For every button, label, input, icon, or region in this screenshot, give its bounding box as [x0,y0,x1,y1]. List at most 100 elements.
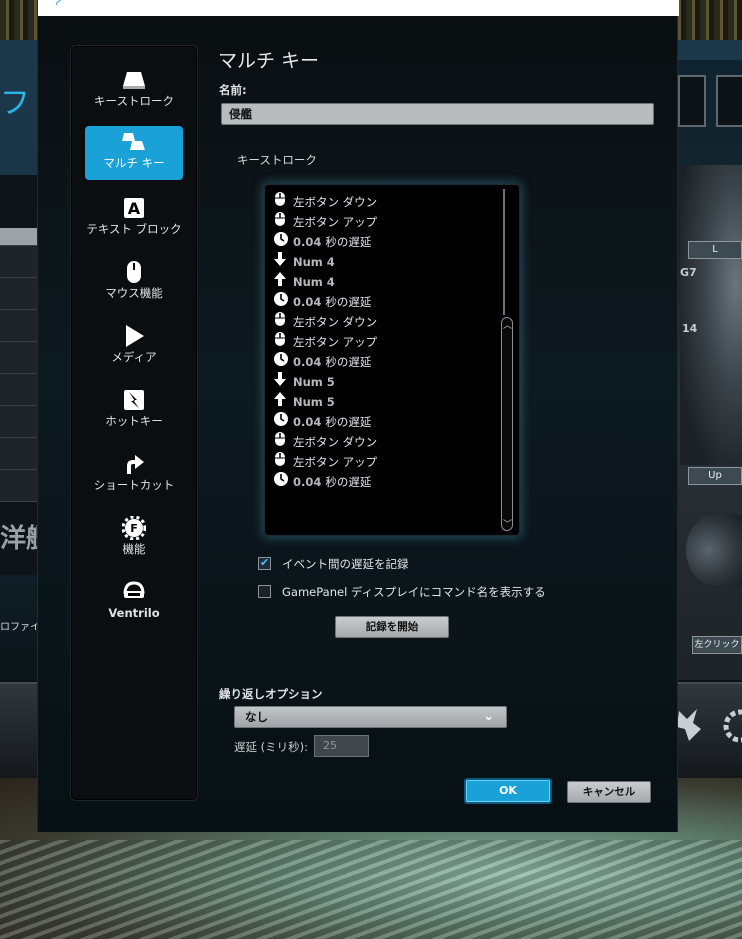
mouse-button-icon [273,331,291,353]
event-row[interactable]: 左ボタン ダウン [273,431,377,451]
event-row[interactable]: Num 5 [273,391,335,411]
repeat-options-dropdown[interactable]: なし ⌄ [234,706,507,728]
multi-key-dialog: ◜ キーストローク マルチ キー A テキスト ブロック マウス機能 メディア … [37,0,679,832]
event-label: 左ボタン ダウン [293,315,378,329]
event-row[interactable]: 0.04 秒の遅延 [273,231,371,251]
page-title: マルチ キー [218,50,320,72]
name-label: 名前: [219,83,247,97]
mouse-button-icon [273,211,291,233]
clock-icon [273,231,291,253]
arrow-down-icon [273,251,291,273]
scroll-up-icon: ︿ [503,321,513,331]
mouse-button-icon [273,431,291,453]
record-delay-label: イベント間の遅延を記録 [282,557,409,571]
clock-icon [273,411,291,433]
background-label-up: Up [688,467,742,485]
sidebar-item-label: 機能 [122,542,146,556]
clock-icon [273,291,291,313]
event-delay-value: 0.04 [293,355,326,369]
sidebar-item-text-block[interactable]: A テキスト ブロック [85,192,183,246]
gamepanel-checkbox[interactable] [258,585,271,598]
sidebar-item-hotkey[interactable]: ホットキー [85,384,183,438]
sidebar-item-label: マルチ キー [103,156,165,170]
logitech-logo-icon: ◜ [56,0,61,11]
gamepanel-label: GamePanel ディスプレイにコマンド名を表示する [282,585,546,599]
background-label-g7: G7 [680,266,697,279]
clock-icon [273,351,291,373]
event-label: 秒の遅延 [325,235,372,249]
event-delay-value: 0.04 [293,235,326,249]
scrollbar-track [503,189,505,315]
background-mouse-image [680,165,742,465]
ventrilo-headset-icon [123,581,145,598]
event-delay-value: 0.04 [293,295,326,309]
background-wolf-icon [677,709,701,741]
scroll-down-icon: ﹀ [503,520,513,530]
sidebar-item-function[interactable]: F 機能 [85,512,183,566]
shortcut-arrow-icon [127,455,144,474]
event-label: 左ボタン アップ [293,455,378,469]
background-terrain-texture [0,840,742,939]
event-label: Num 5 [293,375,335,389]
sidebar-item-media[interactable]: メディア [85,320,183,374]
event-delay-value: 0.04 [293,415,326,429]
event-label: 秒の遅延 [325,295,372,309]
event-row[interactable]: 左ボタン アップ [273,211,377,231]
svg-text:F: F [130,522,138,535]
sidebar-item-label: Ventrilo [108,606,160,620]
delay-ms-field[interactable]: 25 [314,735,369,757]
keystroke-section-label: キーストローク [237,153,317,167]
mouse-button-icon [273,451,291,473]
background-gear-icon [723,709,742,743]
event-row[interactable]: 左ボタン アップ [273,451,377,471]
event-label: 左ボタン ダウン [293,435,378,449]
dialog-title-bar: ◜ [38,0,679,16]
event-delay-value: 0.04 [293,475,326,489]
event-row[interactable]: 左ボタン ダウン [273,191,377,211]
mouse-button-icon [273,311,291,333]
event-row[interactable]: Num 4 [273,271,335,291]
sidebar-item-multi-key[interactable]: マルチ キー [85,126,183,180]
event-row[interactable]: 左ボタン アップ [273,331,377,351]
event-row[interactable]: 左ボタン ダウン [273,311,377,331]
event-label: 左ボタン ダウン [293,195,378,209]
background-dpad [686,515,742,585]
sidebar-item-shortcut[interactable]: ショートカット [85,448,183,502]
clock-icon [273,471,291,493]
repeat-selected-value: なし [245,710,268,724]
function-gear-icon: F [122,516,146,540]
sidebar-item-keystroke[interactable]: キーストローク [85,64,183,118]
background-left-rows [0,228,40,502]
event-row[interactable]: 0.04 秒の遅延 [273,471,371,491]
keystroke-event-list[interactable]: ︿ ﹀ 左ボタン ダウン 左ボタン アップ 0.04 秒の遅延 Num 4 Num 4 0… [264,184,520,536]
ok-button[interactable]: OK [464,778,552,804]
record-delay-checkbox[interactable] [258,555,271,571]
event-row[interactable]: 0.04 秒の遅延 [273,351,371,371]
event-label: Num 4 [293,255,335,269]
cancel-button[interactable]: キャンセル [567,781,651,803]
arrow-down-icon [273,371,291,393]
event-row[interactable]: 0.04 秒の遅延 [273,291,371,311]
delay-label: 遅延 (ミリ秒): [234,740,309,754]
hotkey-icon [124,390,144,410]
event-label: Num 4 [293,275,335,289]
sidebar-item-label: ホットキー [105,414,163,428]
sidebar-item-mouse-function[interactable]: マウス機能 [85,256,183,310]
background-label-left-click: 左クリック [692,636,742,654]
event-row[interactable]: 0.04 秒の遅延 [273,411,371,431]
event-label: 秒の遅延 [325,475,372,489]
scrollbar-thumb[interactable]: ︿ ﹀ [501,317,513,531]
event-row[interactable]: Num 5 [273,371,335,391]
event-label: Num 5 [293,395,335,409]
event-row[interactable]: Num 4 [273,251,335,271]
sidebar-item-label: キーストローク [94,94,174,108]
command-type-sidebar: キーストローク マルチ キー A テキスト ブロック マウス機能 メディア ホッ… [70,45,198,801]
event-label: 秒の遅延 [325,415,372,429]
text-block-icon: A [124,198,144,218]
mouse-button-icon [273,191,291,213]
play-icon [126,325,144,347]
repeat-options-label: 繰り返しオプション [219,687,323,701]
name-field[interactable]: 侵艦 [221,103,654,125]
sidebar-item-ventrilo[interactable]: Ventrilo [85,576,183,630]
start-recording-button[interactable]: 記録を開始 [335,616,449,638]
